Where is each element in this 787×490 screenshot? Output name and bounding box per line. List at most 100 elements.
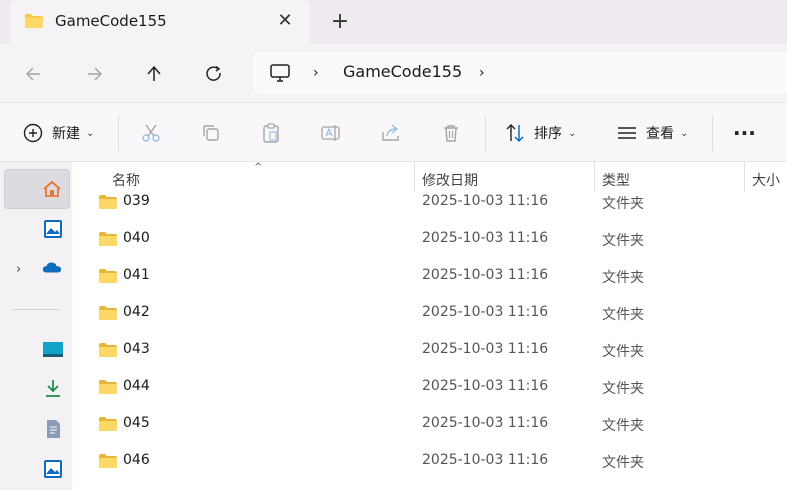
download-icon xyxy=(46,380,60,397)
folder-icon xyxy=(99,269,117,283)
view-lines-icon xyxy=(618,127,636,139)
file-name: 041 xyxy=(123,267,150,283)
refresh-icon xyxy=(206,65,221,81)
file-modified: 2025-10-03 11:16 xyxy=(422,304,549,320)
file-type: 文件夹 xyxy=(602,418,644,434)
command-bar: 新建 ⌄ 排序 ⌄ 查看 ⌄ ··· xyxy=(0,102,787,162)
tab-bar: GameCode155 ✕ + xyxy=(0,0,787,44)
up-button[interactable] xyxy=(140,60,168,88)
refresh-button[interactable] xyxy=(200,60,228,88)
file-name: 039 xyxy=(123,193,150,209)
list-item[interactable]: 040 2025-10-03 11:16 文件夹 xyxy=(72,222,787,259)
file-modified: 2025-10-03 11:16 xyxy=(422,341,549,357)
gallery-icon xyxy=(44,220,62,238)
delete-button[interactable] xyxy=(440,117,462,149)
list-item[interactable]: 041 2025-10-03 11:16 文件夹 xyxy=(72,259,787,296)
folder-icon xyxy=(99,380,117,394)
file-modified: 2025-10-03 11:16 xyxy=(422,452,549,468)
file-name: 043 xyxy=(123,341,150,357)
document-icon xyxy=(47,420,60,438)
file-type: 文件夹 xyxy=(602,233,644,249)
file-modified: 2025-10-03 11:16 xyxy=(422,378,549,394)
toolbar-divider xyxy=(712,115,713,151)
toolbar-divider xyxy=(485,115,486,151)
pictures-icon xyxy=(44,460,62,478)
rename-button[interactable] xyxy=(320,117,342,149)
sort-arrows-icon xyxy=(506,124,524,142)
more-options-button[interactable]: ··· xyxy=(733,117,756,149)
trash-icon xyxy=(444,125,458,142)
folder-icon xyxy=(99,232,117,246)
list-item[interactable]: 043 2025-10-03 11:16 文件夹 xyxy=(72,333,787,370)
scissors-icon xyxy=(142,124,160,142)
folder-icon xyxy=(99,195,117,209)
sort-label: 排序 xyxy=(534,126,562,142)
navigation-pane: › xyxy=(0,162,72,490)
view-label: 查看 xyxy=(646,126,674,142)
file-modified: 2025-10-03 11:16 xyxy=(422,193,549,209)
sort-button[interactable]: 排序 ⌄ xyxy=(504,117,576,149)
address-bar[interactable]: › GameCode155 › xyxy=(253,52,787,94)
copy-icon xyxy=(203,125,219,141)
paste-button[interactable] xyxy=(260,117,282,149)
file-type: 文件夹 xyxy=(602,307,644,323)
file-name: 046 xyxy=(123,452,150,468)
file-list-pane: ^ 名称 修改日期 类型 大小 039 2025-10-03 11:16 文件夹 04… xyxy=(72,162,787,490)
file-modified: 2025-10-03 11:16 xyxy=(422,230,549,246)
close-tab-button[interactable]: ✕ xyxy=(275,10,295,32)
new-button[interactable]: 新建 ⌄ xyxy=(22,117,94,149)
tab-title: GameCode155 xyxy=(55,12,167,30)
list-item[interactable]: 039 2025-10-03 11:16 文件夹 xyxy=(72,185,787,222)
forward-button[interactable] xyxy=(80,60,108,88)
chevron-down-icon: ⌄ xyxy=(86,127,95,139)
share-button[interactable] xyxy=(380,117,402,149)
arrow-right-icon xyxy=(88,67,103,81)
new-tab-button[interactable]: + xyxy=(328,10,352,34)
folder-icon xyxy=(99,417,117,431)
list-item[interactable]: 044 2025-10-03 11:16 文件夹 xyxy=(72,370,787,407)
rename-icon xyxy=(321,125,340,141)
toolbar-divider xyxy=(118,115,119,151)
file-name: 042 xyxy=(123,304,150,320)
view-button[interactable]: 查看 ⌄ xyxy=(616,117,688,149)
list-item[interactable]: 046 2025-10-03 11:16 文件夹 xyxy=(72,444,787,481)
folder-icon xyxy=(99,306,117,320)
sort-indicator-icon: ^ xyxy=(254,162,263,173)
chevron-down-icon: ⌄ xyxy=(568,127,577,139)
sidebar-divider xyxy=(12,309,60,310)
chevron-down-icon: ⌄ xyxy=(680,127,689,139)
navigation-bar: › GameCode155 › xyxy=(0,44,787,102)
chevron-right-icon[interactable]: › xyxy=(16,262,21,277)
file-type: 文件夹 xyxy=(602,196,644,212)
chevron-right-icon[interactable]: › xyxy=(479,65,485,81)
monitor-icon xyxy=(270,64,290,82)
new-label: 新建 xyxy=(52,126,80,142)
home-icon xyxy=(43,180,61,197)
file-type: 文件夹 xyxy=(602,270,644,286)
file-modified: 2025-10-03 11:16 xyxy=(422,415,549,431)
file-name: 045 xyxy=(123,415,150,431)
arrow-left-icon xyxy=(25,67,40,81)
copy-button[interactable] xyxy=(200,117,222,149)
arrow-up-icon xyxy=(147,65,161,81)
file-name: 044 xyxy=(123,378,150,394)
back-button[interactable] xyxy=(20,60,48,88)
cloud-icon xyxy=(42,262,62,273)
folder-icon xyxy=(25,14,43,28)
list-item[interactable]: 045 2025-10-03 11:16 文件夹 xyxy=(72,407,787,444)
file-type: 文件夹 xyxy=(602,344,644,360)
plus-circle-icon xyxy=(23,123,43,143)
desktop-icon xyxy=(43,342,63,357)
file-name: 040 xyxy=(123,230,150,246)
list-item[interactable]: 042 2025-10-03 11:16 文件夹 xyxy=(72,296,787,333)
file-type: 文件夹 xyxy=(602,381,644,397)
cut-button[interactable] xyxy=(140,117,162,149)
chevron-right-icon[interactable]: › xyxy=(313,65,319,81)
file-modified: 2025-10-03 11:16 xyxy=(422,267,549,283)
clipboard-icon xyxy=(263,123,279,143)
folder-icon xyxy=(99,454,117,468)
share-icon xyxy=(382,124,399,141)
breadcrumb-gamecode155[interactable]: GameCode155 xyxy=(343,62,462,81)
sidebar-item-home[interactable] xyxy=(4,169,70,209)
tab-gamecode155[interactable]: GameCode155 ✕ xyxy=(10,0,310,44)
